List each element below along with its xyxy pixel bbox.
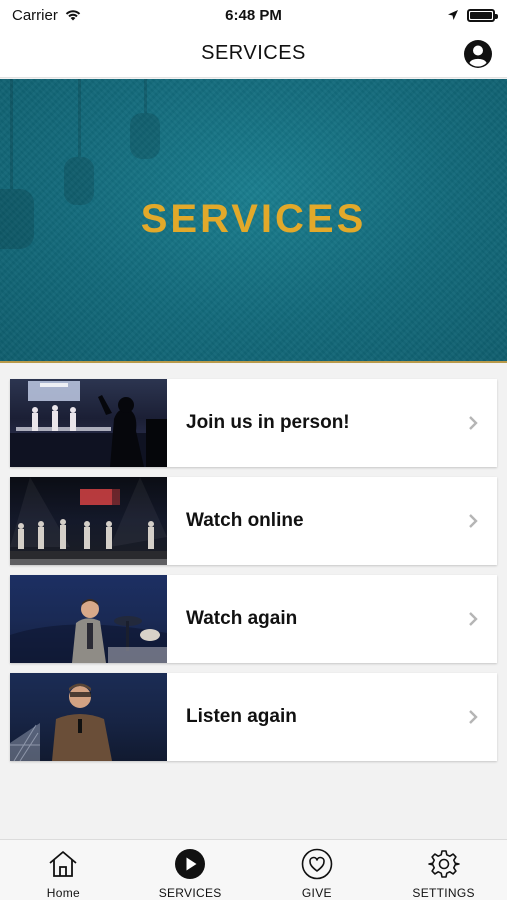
list-item-label: Join us in person!	[186, 412, 350, 433]
list-item-label: Watch online	[186, 510, 304, 531]
thumbnail-image	[10, 379, 167, 467]
tab-label: SERVICES	[158, 886, 222, 900]
carrier-label: Carrier	[12, 6, 58, 24]
wifi-icon	[65, 10, 81, 21]
chevron-right-icon	[469, 416, 478, 430]
battery-icon	[467, 8, 498, 22]
hero-divider	[0, 361, 507, 363]
status-right	[447, 8, 498, 22]
list-item[interactable]: Join us in person!	[10, 379, 497, 467]
home-icon	[49, 851, 77, 877]
status-left: Carrier	[12, 7, 82, 24]
list-item-label: Watch again	[186, 608, 298, 629]
chevron-right-icon	[469, 710, 478, 724]
services-list: Join us in person! Watch online Watch ag…	[10, 379, 497, 771]
gear-icon	[427, 850, 460, 878]
thumbnail-image	[10, 673, 167, 761]
list-item[interactable]: Listen again	[10, 673, 497, 761]
concert-scene-image	[10, 381, 167, 467]
tab-label: GIVE	[301, 886, 332, 900]
list-item-label: Listen again	[186, 706, 297, 727]
tab-label: Home	[46, 886, 80, 900]
tab-services[interactable]: SERVICES	[127, 840, 254, 900]
status-bar: Carrier 6:48 PM	[0, 0, 507, 30]
band-stage-image	[10, 477, 167, 565]
play-icon	[175, 849, 206, 879]
location-arrow-icon	[448, 10, 458, 20]
thumbnail-image	[10, 477, 167, 565]
tab-settings[interactable]: SETTINGS	[380, 840, 507, 900]
page-title: SERVICES	[201, 42, 306, 64]
chevron-right-icon	[469, 514, 478, 528]
hero-lamp	[130, 113, 160, 159]
tab-give[interactable]: GIVE	[254, 840, 381, 900]
list-item[interactable]: Watch online	[10, 477, 497, 565]
tab-bar: Home SERVICES GIVE SETTINGS	[0, 839, 507, 900]
hero-banner: SERVICES	[0, 79, 507, 361]
chevron-right-icon	[469, 612, 478, 626]
list-item[interactable]: Watch again	[10, 575, 497, 663]
tab-label: SETTINGS	[412, 886, 475, 900]
heart-icon	[301, 848, 333, 880]
thumbnail-image	[10, 575, 167, 663]
speaker-image	[10, 683, 112, 761]
profile-icon[interactable]	[463, 39, 493, 69]
hero-title: SERVICES	[140, 197, 367, 241]
tab-home[interactable]: Home	[0, 840, 127, 900]
speaker-image	[10, 599, 167, 663]
nav-bar: SERVICES	[0, 30, 507, 78]
hero-lamp	[10, 79, 13, 189]
hero-lamp	[144, 79, 147, 113]
hero-lamp	[78, 79, 81, 157]
